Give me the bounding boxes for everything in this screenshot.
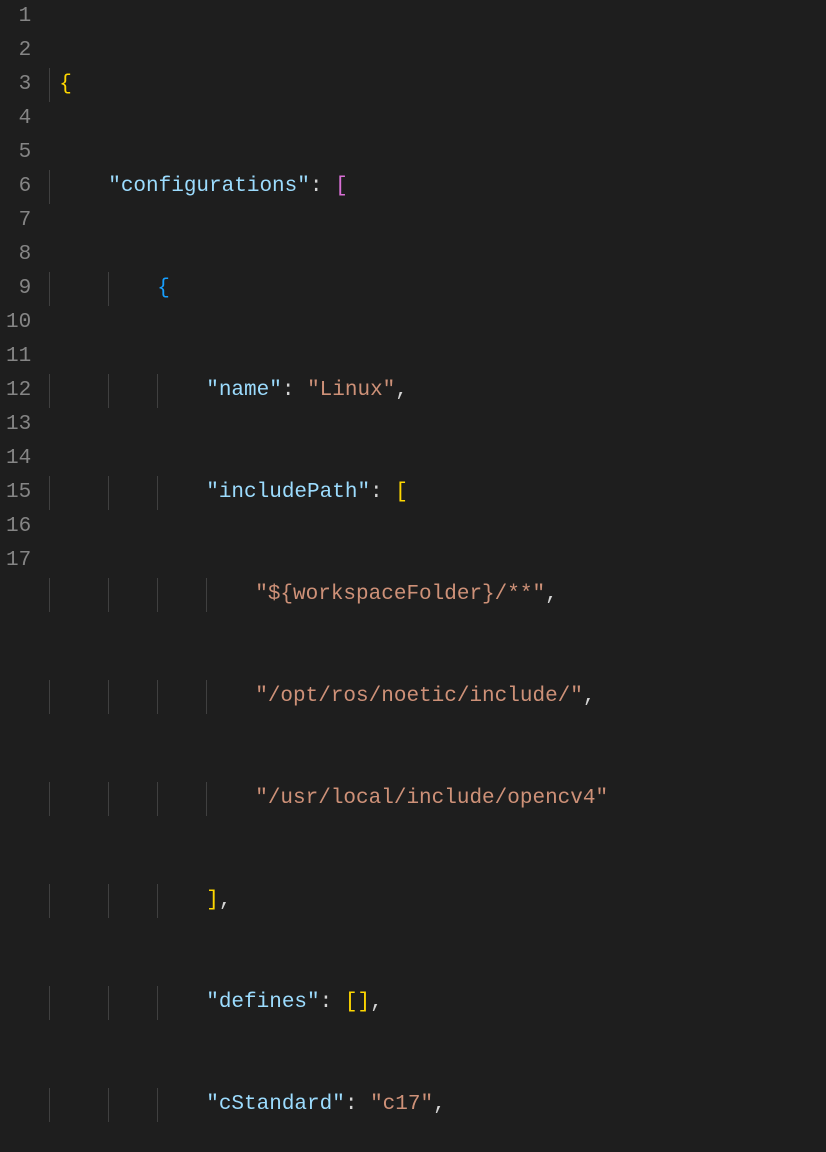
json-string: "c17" (370, 1093, 433, 1116)
brace-open: { (59, 73, 72, 96)
line-number: 4 (6, 102, 31, 136)
bracket-open: [ (395, 481, 408, 504)
line-number: 9 (6, 272, 31, 306)
code-line[interactable]: ], (49, 884, 826, 918)
json-string: "/usr/local/include/opencv4" (255, 787, 608, 810)
comma: , (219, 889, 232, 912)
comma: , (370, 991, 383, 1014)
code-line[interactable]: "/opt/ros/noetic/include/", (49, 680, 826, 714)
comma: , (583, 685, 596, 708)
line-number: 11 (6, 340, 31, 374)
json-key: "name" (206, 379, 282, 402)
colon: : (370, 481, 395, 504)
code-line[interactable]: "/usr/local/include/opencv4" (49, 782, 826, 816)
bracket-open: [ (335, 175, 348, 198)
line-number: 13 (6, 408, 31, 442)
line-number: 16 (6, 510, 31, 544)
line-number: 3 (6, 68, 31, 102)
comma: , (395, 379, 408, 402)
code-area[interactable]: { "configurations": [ { "name": "Linux",… (49, 0, 826, 576)
colon: : (345, 1093, 370, 1116)
line-number: 8 (6, 238, 31, 272)
line-number: 2 (6, 34, 31, 68)
code-line[interactable]: "includePath": [ (49, 476, 826, 510)
line-number: 1 (6, 0, 31, 34)
line-number: 12 (6, 374, 31, 408)
line-number: 15 (6, 476, 31, 510)
code-line[interactable]: "${workspaceFolder}/**", (49, 578, 826, 612)
line-number-gutter: 1 2 3 4 5 6 7 8 9 10 11 12 13 14 15 16 1… (0, 0, 49, 576)
line-number: 10 (6, 306, 31, 340)
code-editor[interactable]: 1 2 3 4 5 6 7 8 9 10 11 12 13 14 15 16 1… (0, 0, 826, 576)
line-number: 6 (6, 170, 31, 204)
code-line[interactable]: "configurations": [ (49, 170, 826, 204)
line-number: 17 (6, 544, 31, 578)
json-key: "cStandard" (206, 1093, 345, 1116)
code-line[interactable]: "name": "Linux", (49, 374, 826, 408)
colon: : (320, 991, 345, 1014)
colon: : (282, 379, 307, 402)
code-line[interactable]: "defines": [], (49, 986, 826, 1020)
line-number: 5 (6, 136, 31, 170)
json-string: "/opt/ros/noetic/include/" (255, 685, 583, 708)
comma: , (545, 583, 558, 606)
json-string: "${workspaceFolder}/**" (255, 583, 545, 606)
bracket-close: ] (206, 889, 219, 912)
comma: , (433, 1093, 446, 1116)
colon: : (310, 175, 335, 198)
json-key: "configurations" (108, 175, 310, 198)
brace-open: { (157, 277, 170, 300)
code-line[interactable]: { (49, 68, 826, 102)
line-number: 14 (6, 442, 31, 476)
json-string: "Linux" (307, 379, 395, 402)
code-line[interactable]: { (49, 272, 826, 306)
json-key: "defines" (206, 991, 319, 1014)
code-line[interactable]: "cStandard": "c17", (49, 1088, 826, 1122)
line-number: 7 (6, 204, 31, 238)
json-key: "includePath" (206, 481, 370, 504)
bracket-close: ] (357, 991, 370, 1014)
bracket-open: [ (345, 991, 358, 1014)
